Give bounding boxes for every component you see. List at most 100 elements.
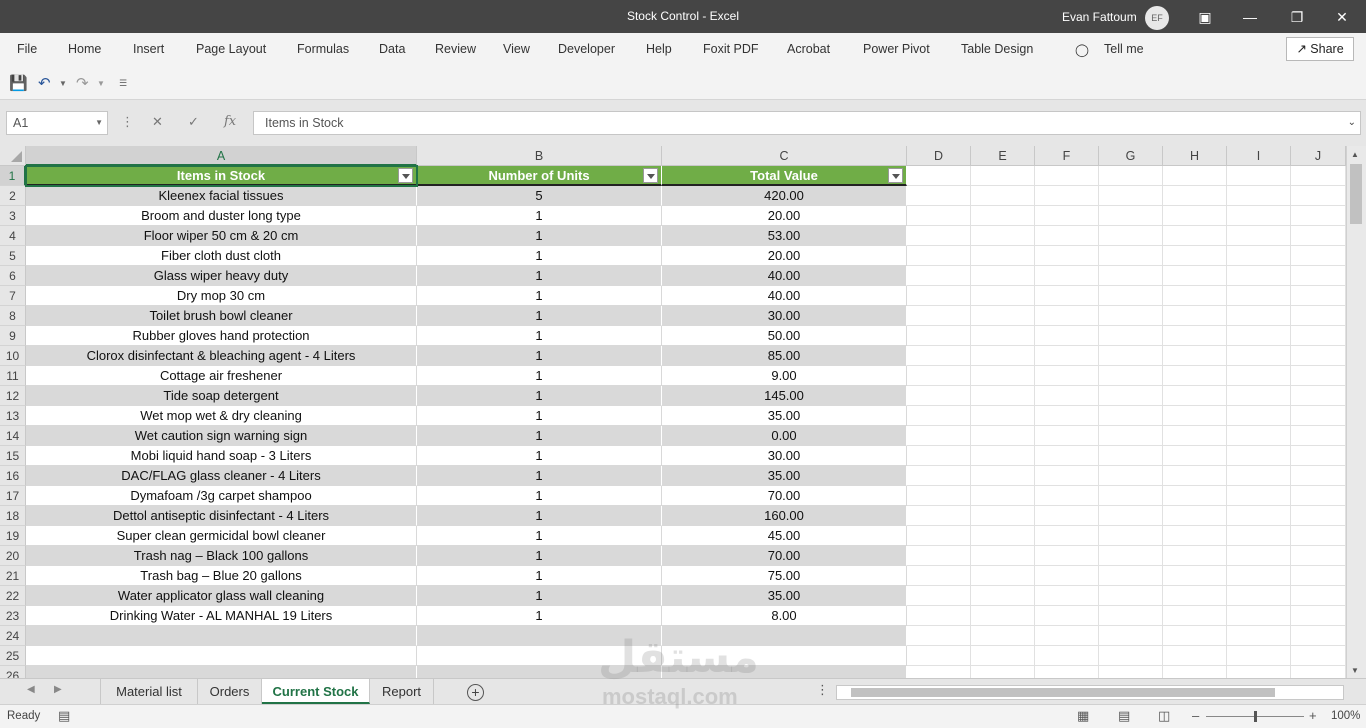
table-cell[interactable]: 30.00	[662, 306, 907, 326]
empty-cell[interactable]	[1035, 606, 1099, 626]
zoom-level[interactable]: 100%	[1331, 710, 1360, 722]
table-cell[interactable]: 35.00	[662, 466, 907, 486]
empty-cell[interactable]	[1035, 586, 1099, 606]
row-header[interactable]: 23	[0, 606, 26, 626]
table-cell[interactable]: Rubber gloves hand protection	[26, 326, 417, 346]
empty-cell[interactable]	[1035, 386, 1099, 406]
row-header[interactable]: 20	[0, 546, 26, 566]
row-header[interactable]: 15	[0, 446, 26, 466]
empty-cell[interactable]	[971, 426, 1035, 446]
tab-file[interactable]: File	[17, 42, 37, 56]
table-cell[interactable]: 1	[417, 406, 662, 426]
empty-cell[interactable]	[1163, 626, 1227, 646]
table-cell[interactable]: 20.00	[662, 206, 907, 226]
empty-cell[interactable]	[971, 266, 1035, 286]
worksheet-grid[interactable]: A B C D E F G H I J 1 2 3 4 5 6 7 8 9 10 11 12 13 14 15 16 17 18 19 2…	[0, 146, 1366, 678]
empty-cell[interactable]	[1291, 526, 1346, 546]
empty-cell[interactable]	[1227, 206, 1291, 226]
empty-cell[interactable]	[1099, 486, 1163, 506]
undo-dropdown-icon[interactable]: ▼	[59, 79, 67, 88]
row-header[interactable]: 14	[0, 426, 26, 446]
empty-cell[interactable]	[1099, 526, 1163, 546]
empty-cell[interactable]	[971, 386, 1035, 406]
empty-cell[interactable]	[26, 666, 417, 678]
empty-cell[interactable]	[1227, 526, 1291, 546]
tab-foxit-pdf[interactable]: Foxit PDF	[703, 42, 759, 56]
empty-cell[interactable]	[971, 186, 1035, 206]
empty-cell[interactable]	[971, 206, 1035, 226]
empty-cell[interactable]	[1227, 586, 1291, 606]
table-cell[interactable]: 1	[417, 486, 662, 506]
empty-cell[interactable]	[1099, 546, 1163, 566]
table-cell[interactable]: 1	[417, 286, 662, 306]
empty-cell[interactable]	[1163, 486, 1227, 506]
row-header[interactable]: 16	[0, 466, 26, 486]
empty-cell[interactable]	[1099, 646, 1163, 666]
empty-cell[interactable]	[1227, 186, 1291, 206]
tab-insert[interactable]: Insert	[133, 42, 164, 56]
empty-cell[interactable]	[1227, 446, 1291, 466]
empty-cell[interactable]	[1291, 546, 1346, 566]
empty-cell[interactable]	[1035, 326, 1099, 346]
sheet-tab-current-stock[interactable]: Current Stock	[262, 679, 370, 704]
empty-cell[interactable]	[1035, 226, 1099, 246]
empty-cell[interactable]	[1163, 406, 1227, 426]
table-cell[interactable]: 45.00	[662, 526, 907, 546]
table-cell[interactable]: 1	[417, 346, 662, 366]
row-header[interactable]: 7	[0, 286, 26, 306]
row-header[interactable]: 8	[0, 306, 26, 326]
column-header-b[interactable]: B	[417, 146, 662, 166]
empty-cell[interactable]	[1291, 606, 1346, 626]
filter-dropdown-icon[interactable]	[888, 168, 903, 183]
empty-cell[interactable]	[1291, 306, 1346, 326]
scroll-tabs-right-icon[interactable]: ▶	[54, 684, 62, 695]
tab-home[interactable]: Home	[68, 42, 101, 56]
scroll-thumb[interactable]	[851, 688, 1275, 697]
empty-cell[interactable]	[971, 646, 1035, 666]
empty-cell[interactable]	[1163, 606, 1227, 626]
table-cell[interactable]: Dry mop 30 cm	[26, 286, 417, 306]
empty-cell[interactable]	[971, 286, 1035, 306]
table-cell[interactable]: Tide soap detergent	[26, 386, 417, 406]
empty-cell[interactable]	[907, 586, 971, 606]
table-cell[interactable]: Kleenex facial tissues	[26, 186, 417, 206]
empty-cell[interactable]	[1227, 406, 1291, 426]
redo-dropdown-icon[interactable]: ▼	[97, 79, 105, 88]
empty-cell[interactable]	[907, 626, 971, 646]
column-header-a[interactable]: A	[26, 146, 417, 166]
empty-cell[interactable]	[907, 646, 971, 666]
empty-cell[interactable]	[1291, 406, 1346, 426]
tab-formulas[interactable]: Formulas	[297, 42, 349, 56]
empty-cell[interactable]	[1163, 566, 1227, 586]
normal-view-icon[interactable]: ▦	[1077, 708, 1089, 724]
empty-cell[interactable]	[1035, 246, 1099, 266]
table-cell[interactable]: 40.00	[662, 286, 907, 306]
table-cell[interactable]: Trash bag – Blue 20 gallons	[26, 566, 417, 586]
empty-cell[interactable]	[1163, 466, 1227, 486]
empty-cell[interactable]	[1035, 486, 1099, 506]
empty-cell[interactable]	[907, 186, 971, 206]
column-header-g[interactable]: G	[1099, 146, 1163, 166]
empty-cell[interactable]	[907, 346, 971, 366]
row-header[interactable]: 12	[0, 386, 26, 406]
avatar[interactable]: EF	[1145, 6, 1169, 30]
empty-cell[interactable]	[971, 506, 1035, 526]
table-cell[interactable]: Trash nag – Black 100 gallons	[26, 546, 417, 566]
row-header[interactable]: 22	[0, 586, 26, 606]
table-cell[interactable]: Broom and duster long type	[26, 206, 417, 226]
empty-cell[interactable]	[1099, 166, 1163, 186]
empty-cell[interactable]	[1035, 526, 1099, 546]
empty-cell[interactable]	[1163, 586, 1227, 606]
table-cell[interactable]: DAC/FLAG glass cleaner - 4 Liters	[26, 466, 417, 486]
minimize-icon[interactable]: —	[1238, 6, 1262, 28]
table-cell[interactable]: 1	[417, 366, 662, 386]
empty-cell[interactable]	[1099, 606, 1163, 626]
empty-cell[interactable]	[1099, 506, 1163, 526]
row-header[interactable]: 10	[0, 346, 26, 366]
table-cell[interactable]: Fiber cloth dust cloth	[26, 246, 417, 266]
share-button[interactable]: ↗ Share	[1286, 37, 1354, 61]
empty-cell[interactable]	[1291, 206, 1346, 226]
empty-cell[interactable]	[907, 406, 971, 426]
table-cell[interactable]: 70.00	[662, 546, 907, 566]
user-name[interactable]: Evan Fattoum	[1062, 10, 1137, 24]
